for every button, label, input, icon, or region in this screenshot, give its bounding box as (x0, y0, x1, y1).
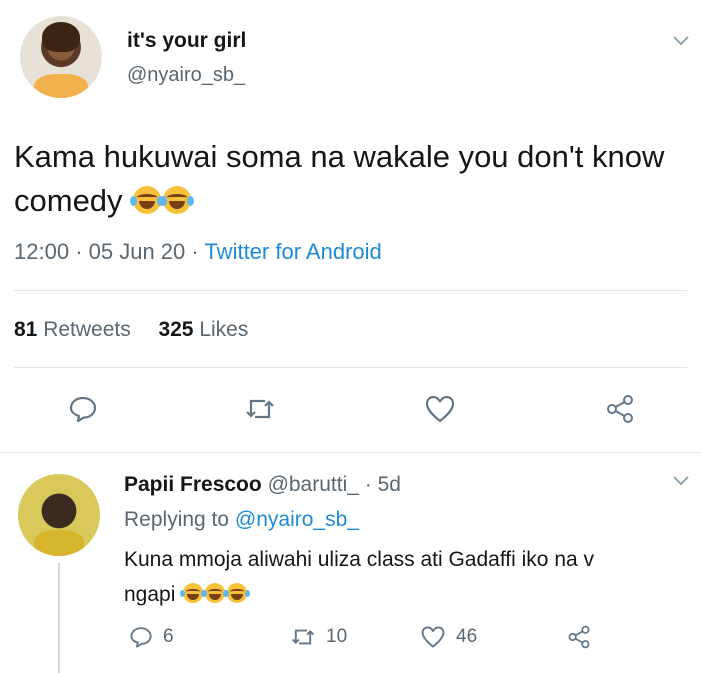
divider (14, 290, 687, 291)
tweet-metadata: 12:00 · 05 Jun 20 · Twitter for Android (14, 239, 382, 264)
thread-line (58, 563, 60, 673)
heart-icon[interactable] (424, 394, 455, 424)
face-with-tears-of-joy-emoji (160, 186, 195, 214)
replying-to: Replying to @nyairo_sb_ (124, 508, 359, 531)
tweet-time: 12:00 (14, 239, 70, 264)
reply-count: 6 (163, 626, 174, 647)
heart-icon (421, 626, 445, 648)
face-with-tears-of-joy-emoji (130, 186, 165, 214)
retweets-stat[interactable]: 81 Retweets (14, 318, 131, 341)
share-icon[interactable] (604, 394, 634, 424)
tweet-text: Kama hukuwai soma na wakale you don't kn… (14, 139, 665, 218)
reply-tweet[interactable]: Papii Frescoo @barutti_ · 5d Replying to… (0, 453, 701, 673)
reply-retweet-button[interactable]: 10 (290, 625, 347, 649)
avatar[interactable] (20, 16, 102, 98)
reply-header: Papii Frescoo @barutti_ · 5d (124, 473, 401, 496)
tweet-date: 05 Jun 20 (88, 239, 186, 264)
tweet-source-link[interactable]: Twitter for Android (204, 239, 381, 264)
face-with-tears-of-joy-emoji (180, 583, 207, 603)
reply-reply-button[interactable]: 6 (129, 625, 174, 649)
face-with-tears-of-joy-emoji (202, 583, 229, 603)
reply-handle[interactable]: @barutti_ (268, 473, 359, 496)
share-icon (568, 625, 590, 649)
tweet-stats: 81 Retweets 325 Likes (14, 318, 248, 342)
likes-stat[interactable]: 325 Likes (158, 318, 248, 341)
reply-text: Kuna mmoja aliwahi uliza class ati Gadaf… (124, 548, 595, 606)
retweet-icon (291, 629, 315, 645)
display-name[interactable]: it's your girl (127, 29, 246, 53)
retweet-count: 10 (326, 626, 348, 647)
chevron-down-icon[interactable] (673, 36, 689, 46)
face-with-tears-of-joy-emoji (224, 583, 251, 603)
reply-age: 5d (377, 473, 401, 496)
like-count: 46 (456, 626, 478, 647)
avatar[interactable] (18, 474, 100, 556)
reply-icon[interactable] (68, 394, 98, 424)
chevron-down-icon[interactable] (673, 476, 689, 486)
reply-display-name[interactable]: Papii Frescoo (124, 473, 262, 496)
replying-to-handle[interactable]: @nyairo_sb_ (235, 508, 359, 531)
reply-share-button[interactable] (566, 625, 592, 649)
user-handle[interactable]: @nyairo_sb_ (127, 64, 245, 87)
retweet-icon[interactable] (244, 394, 274, 424)
reply-like-button[interactable]: 46 (420, 625, 477, 649)
divider (14, 367, 687, 368)
reply-icon (130, 627, 152, 648)
main-tweet: it's your girl @nyairo_sb_ Kama hukuwai … (0, 0, 701, 452)
